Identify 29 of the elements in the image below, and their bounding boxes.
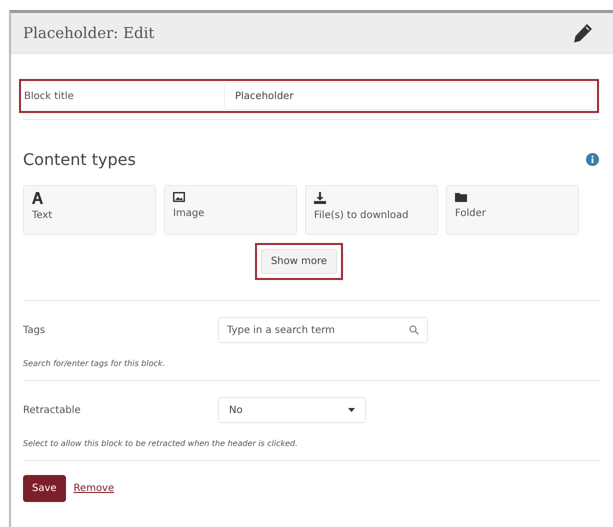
folder-icon (455, 192, 467, 202)
section-heading: Content types (23, 150, 136, 169)
letter-icon (32, 192, 43, 204)
save-button[interactable]: Save (23, 475, 66, 502)
info-icon[interactable] (586, 153, 599, 166)
tile-label: Image (173, 208, 206, 219)
search-icon (409, 325, 419, 335)
help-text: Search for/enter tags for this block. (23, 359, 166, 368)
content-type-tile[interactable]: Text (23, 185, 156, 235)
input-field[interactable]: Placeholder (224, 82, 595, 110)
pencil-icon[interactable] (573, 23, 593, 43)
image-icon (173, 192, 185, 202)
tile-label: File(s) to download (314, 210, 410, 221)
field-label: Block title (23, 90, 75, 102)
content-type-tile[interactable]: Image (164, 185, 297, 235)
content-type-tile[interactable]: Folder (446, 185, 579, 235)
dropdown[interactable]: No (218, 397, 366, 423)
remove-link[interactable]: Remove (74, 483, 114, 494)
field-label: Tags (23, 324, 46, 336)
download-icon (314, 192, 326, 204)
caret-icon (348, 408, 355, 412)
show-more-button[interactable]: Show more (260, 249, 338, 274)
help-text: Select to allow this block to be retracted when the header is clicked. (23, 439, 299, 448)
tile-label: Folder (455, 208, 487, 219)
tile-label: Text (32, 210, 54, 221)
content-type-tile[interactable]: File(s) to download (305, 185, 438, 235)
panel-title: Placeholder: Edit (23, 24, 154, 42)
search-field[interactable]: Type in a search term (218, 317, 428, 343)
field-label: Retractable (23, 404, 82, 416)
